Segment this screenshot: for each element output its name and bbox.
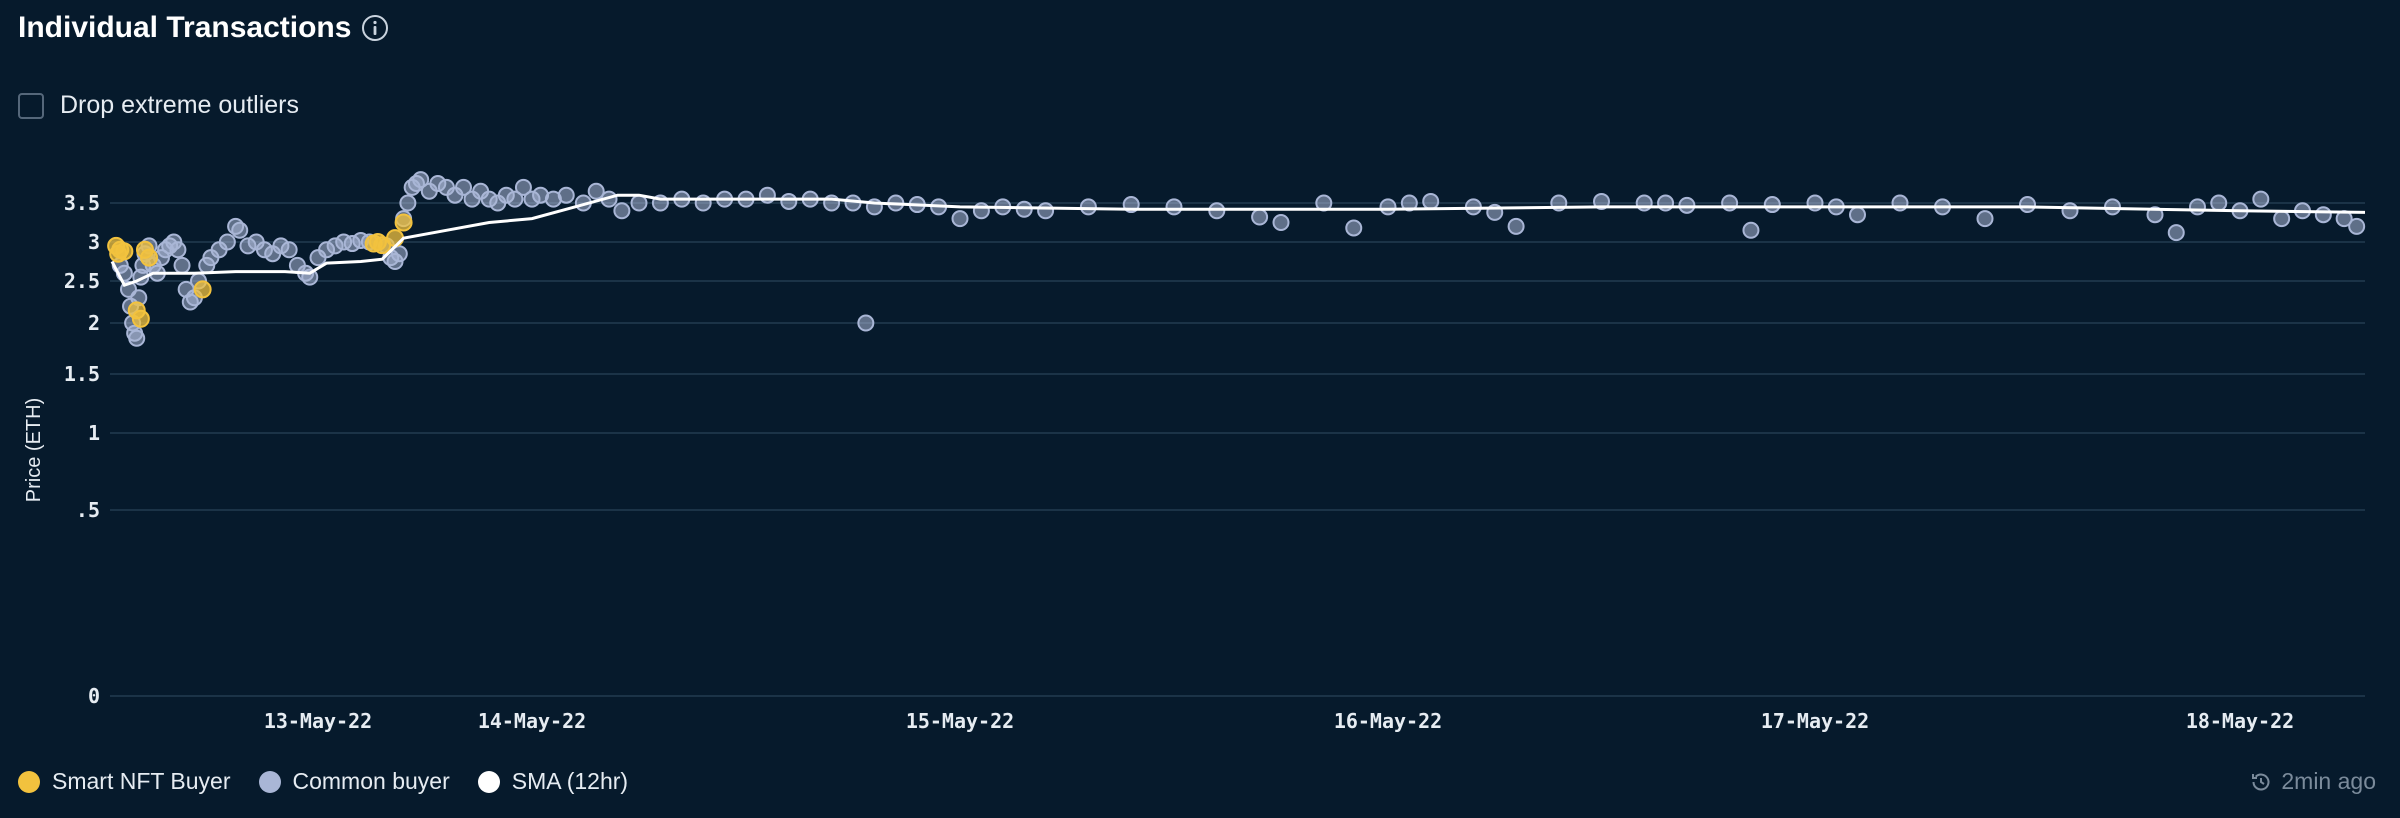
common-buyer-point — [169, 241, 187, 259]
common-buyer-point — [1763, 196, 1781, 214]
y-tick-label: 1.5 — [64, 362, 100, 386]
y-axis: 0 .5 1 1.5 2 2.5 3 3.5 — [64, 191, 100, 708]
smart-buyer-point — [131, 309, 150, 328]
chart-grid — [110, 202, 2365, 697]
x-tick-label: 14-May-22 — [478, 709, 586, 733]
last-updated: 2min ago — [2249, 768, 2376, 795]
last-updated-label: 2min ago — [2281, 768, 2376, 794]
common-buyer-point — [613, 202, 631, 220]
x-tick-label: 13-May-22 — [264, 709, 372, 733]
common-buyer-point — [1422, 192, 1440, 210]
common-buyer-point — [1678, 196, 1696, 214]
common-buyer-point — [280, 241, 298, 259]
x-axis: 13-May-22 14-May-22 15-May-22 16-May-22 17-M… — [264, 709, 2294, 733]
common-buyer-point — [951, 210, 969, 228]
legend-item-smart-buyer[interactable]: Smart NFT Buyer — [18, 768, 231, 795]
smart-buyer-point — [394, 213, 413, 232]
common-buyer-point — [780, 192, 798, 210]
x-tick-label: 18-May-22 — [2186, 709, 2294, 733]
common-buyer-point — [1079, 198, 1097, 216]
legend-label-sma: SMA (12hr) — [511, 768, 629, 794]
clock-history-icon — [2252, 773, 2270, 790]
y-tick-label: 2 — [88, 311, 100, 335]
common-buyer-point — [2167, 224, 2185, 242]
legend-item-common-buyer[interactable]: Common buyer — [258, 768, 450, 795]
x-tick-label: 17-May-22 — [1761, 709, 1869, 733]
common-buyer-point — [173, 256, 191, 274]
common-buyer-point — [2273, 210, 2291, 228]
legend-swatch-smart-buyer — [18, 770, 40, 793]
legend-label-common-buyer: Common buyer — [292, 768, 450, 794]
common-buyer-point — [2019, 196, 2036, 214]
x-tick-label: 15-May-22 — [906, 709, 1014, 733]
common-buyer-point — [1165, 198, 1183, 216]
common-buyer-point — [1345, 219, 1363, 237]
legend-swatch-common-buyer — [258, 770, 281, 793]
series-common-buyer — [111, 171, 2366, 347]
common-buyer-point — [630, 194, 648, 212]
y-axis-label: Price (ETH) — [23, 398, 45, 502]
common-buyer-point — [2348, 217, 2366, 235]
legend-swatch-sma — [477, 770, 500, 793]
smart-buyer-point — [193, 280, 212, 299]
y-tick-label: 2.5 — [64, 269, 100, 293]
common-buyer-point — [1272, 214, 1290, 231]
common-buyer-point — [1742, 221, 1760, 239]
common-buyer-point — [1379, 198, 1397, 216]
y-tick-label: .5 — [76, 498, 100, 522]
common-buyer-point — [1507, 217, 1525, 235]
y-tick-label: 3.5 — [64, 191, 100, 215]
chart-legend: Smart NFT Buyer Common buyer SMA (12hr) — [18, 768, 628, 795]
common-buyer-point — [128, 329, 146, 347]
common-buyer-point — [2210, 194, 2228, 212]
common-buyer-point — [231, 221, 249, 239]
common-buyer-point — [2189, 198, 2206, 216]
common-buyer-point — [1037, 202, 1055, 220]
common-buyer-point — [1976, 210, 1994, 228]
common-buyer-point — [972, 202, 990, 220]
common-buyer-point — [1251, 208, 1269, 226]
legend-label-smart-buyer: Smart NFT Buyer — [52, 768, 231, 794]
y-tick-label: 0 — [88, 684, 100, 708]
smart-buyer-point — [115, 242, 134, 261]
common-buyer-point — [218, 233, 236, 251]
transactions-scatter-chart: 0 .5 1 1.5 2 2.5 3 3.5 Price (ETH) 13-May-22 14-… — [23, 171, 2366, 733]
common-buyer-point — [557, 186, 575, 204]
common-buyer-point — [1849, 206, 1866, 224]
common-buyer-point — [2314, 206, 2332, 224]
smart-buyer-point — [386, 229, 405, 248]
series-layer — [107, 171, 2366, 347]
common-buyer-point — [2252, 190, 2270, 208]
y-tick-label: 3 — [88, 230, 100, 254]
common-buyer-point — [2061, 202, 2079, 220]
common-buyer-point — [399, 194, 417, 212]
common-buyer-point — [1208, 202, 1226, 220]
x-tick-label: 16-May-22 — [1334, 709, 1442, 733]
common-buyer-point — [857, 314, 875, 332]
smart-buyer-point — [140, 248, 159, 267]
legend-item-sma[interactable]: SMA (12hr) — [477, 768, 629, 795]
y-tick-label: 1 — [88, 421, 100, 445]
